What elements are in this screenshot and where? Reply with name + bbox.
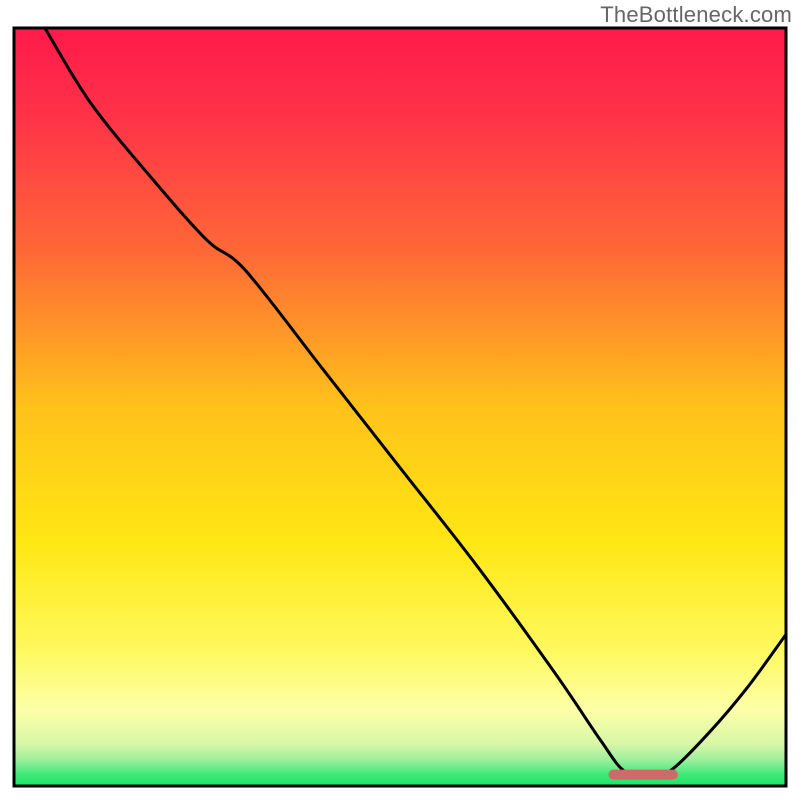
- recommended-marker: [608, 770, 677, 780]
- plot-background: [14, 28, 786, 786]
- watermark-text: TheBottleneck.com: [600, 2, 792, 28]
- bottleneck-chart: [0, 0, 800, 800]
- chart-frame: TheBottleneck.com: [0, 0, 800, 800]
